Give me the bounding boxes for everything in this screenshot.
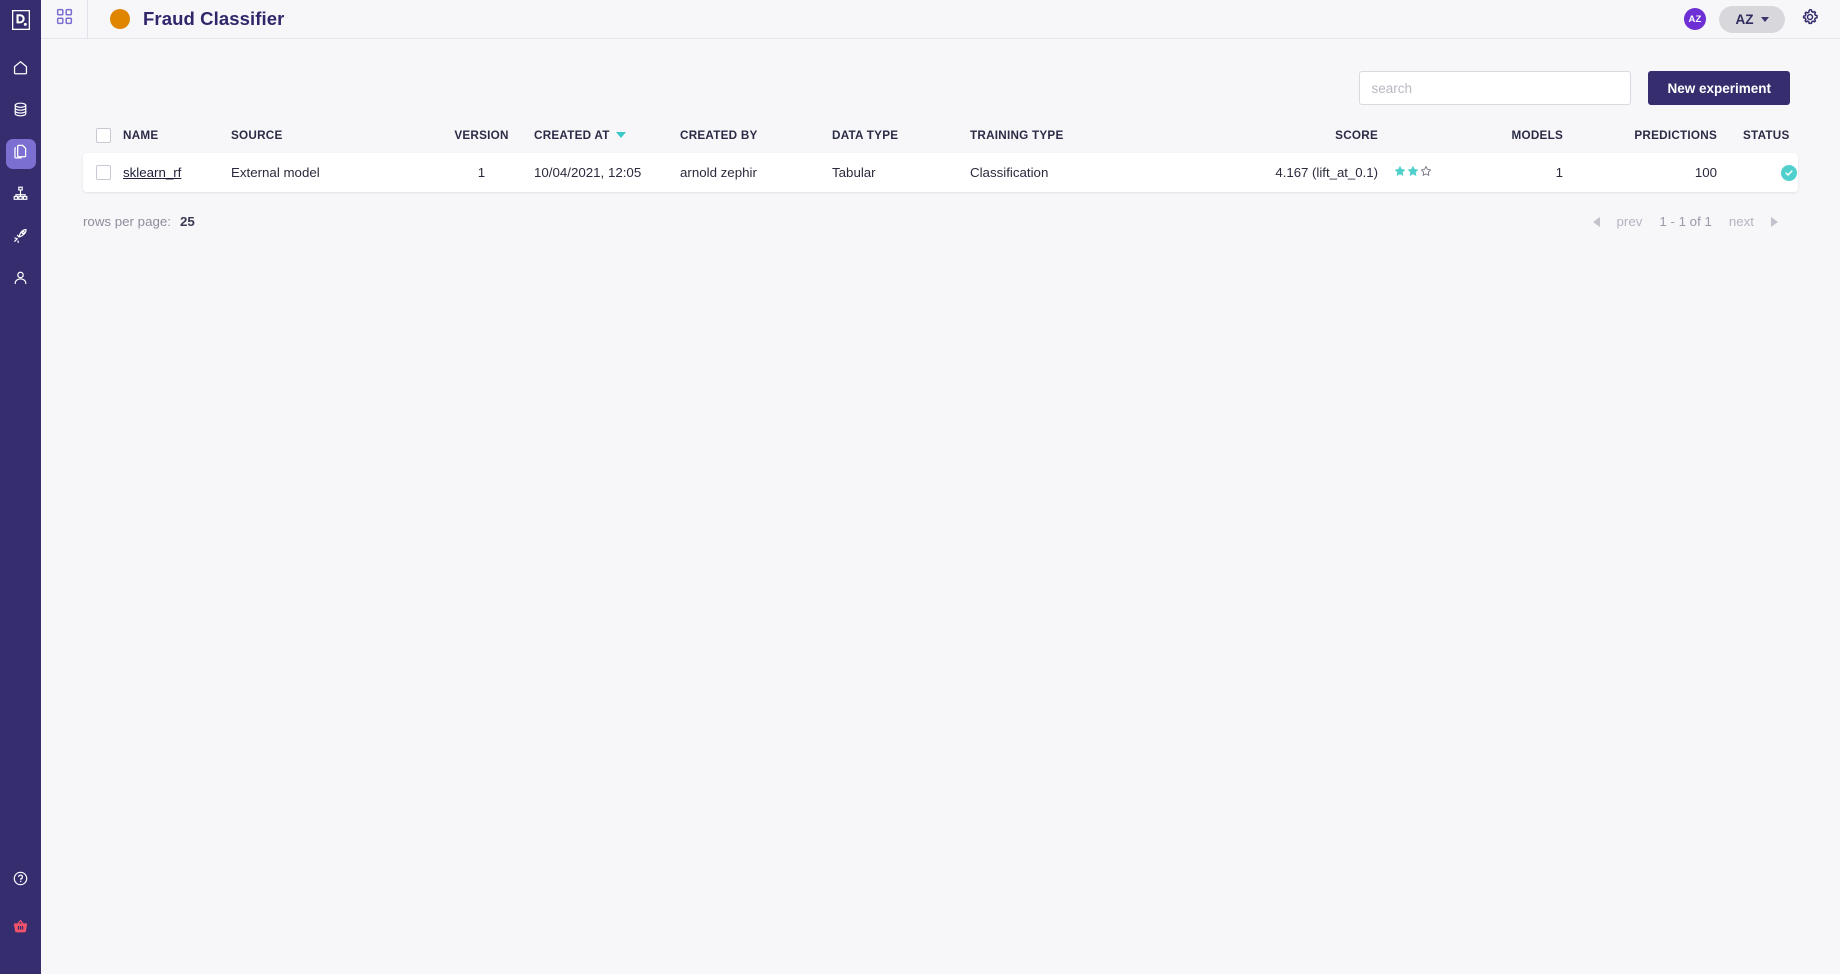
settings-button[interactable]	[1798, 7, 1822, 31]
star-filled-icon	[1407, 165, 1419, 180]
list-toolbar: New experiment	[83, 39, 1798, 105]
star-filled-icon	[1394, 165, 1406, 180]
app-root: Fraud Classifier AZ AZ search New experi…	[0, 0, 1840, 974]
table-header-row: NAME SOURCE VERSION CREATED AT CREATED B…	[83, 121, 1798, 149]
cell-name: sklearn_rf	[123, 165, 231, 180]
page-range-label: 1 - 1 of 1	[1659, 214, 1712, 229]
main-area: Fraud Classifier AZ AZ search New experi…	[41, 0, 1840, 974]
sidebar-bottom-nav	[6, 866, 36, 974]
topbar-right-actions: AZ AZ	[1684, 5, 1840, 33]
cell-created-at: 10/04/2021, 12:05	[534, 165, 642, 180]
sidebar-item-experiments[interactable]	[5, 139, 36, 169]
column-header-models[interactable]: MODELS	[1460, 129, 1585, 142]
pagination: prev 1 - 1 of 1 next	[1592, 214, 1778, 229]
select-all-cell	[83, 127, 123, 143]
cell-training-type: Classification	[970, 165, 1049, 180]
column-header-score[interactable]: SCORE	[1210, 129, 1460, 142]
sidebar-item-account[interactable]	[6, 265, 36, 295]
chevron-down-icon	[1760, 16, 1769, 22]
database-icon	[12, 101, 29, 123]
column-header-created-by[interactable]: CREATED BY	[680, 129, 832, 142]
status-success-icon	[1781, 164, 1797, 181]
page-title: Fraud Classifier	[143, 8, 285, 29]
column-header-version[interactable]: VERSION	[429, 129, 534, 142]
top-bar: Fraud Classifier AZ AZ	[41, 0, 1840, 39]
sidebar-item-home[interactable]	[6, 55, 36, 85]
new-experiment-button[interactable]: New experiment	[1648, 71, 1790, 105]
next-page-button[interactable]: next	[1729, 214, 1754, 229]
column-header-predictions[interactable]: PREDICTIONS	[1585, 129, 1743, 142]
grid-apps-button[interactable]	[41, 0, 87, 39]
score-value: 4.167 (lift_at_0.1)	[1275, 165, 1378, 180]
home-icon	[12, 59, 29, 81]
user-menu-button[interactable]: AZ	[1719, 5, 1785, 33]
documents-icon	[12, 143, 29, 165]
column-header-created-at-label: CREATED AT	[534, 128, 610, 142]
sidebar-item-datasets[interactable]	[6, 97, 36, 127]
breadcrumb: Fraud Classifier	[88, 8, 284, 30]
column-header-training-type[interactable]: TRAINING TYPE	[970, 129, 1210, 142]
cell-models: 1	[1555, 165, 1563, 180]
column-header-data-type[interactable]: DATA TYPE	[832, 129, 970, 142]
cell-score: 4.167 (lift_at_0.1)	[1210, 165, 1460, 180]
sidebar-item-deployments[interactable]	[6, 223, 36, 253]
project-color-dot-icon	[110, 9, 130, 29]
experiment-name-link[interactable]: sklearn_rf	[123, 165, 181, 180]
search-input[interactable]	[1359, 71, 1632, 105]
sidebar-item-pipelines[interactable]	[6, 181, 36, 211]
experiments-table: NAME SOURCE VERSION CREATED AT CREATED B…	[83, 121, 1798, 192]
gear-icon	[1800, 7, 1820, 32]
sidebar-nav	[5, 55, 36, 307]
dataiku-logo-icon[interactable]	[0, 0, 41, 39]
next-page-arrow-icon[interactable]	[1771, 216, 1778, 227]
table-footer: rows per page: 25 prev 1 - 1 of 1 next	[83, 214, 1798, 229]
sort-descending-icon	[615, 132, 626, 138]
cell-created-by: arnold zephir	[680, 165, 757, 180]
column-header-name[interactable]: NAME	[123, 129, 231, 142]
help-circle-icon	[12, 870, 29, 892]
grid-apps-icon	[55, 7, 74, 31]
prev-page-button[interactable]: prev	[1617, 214, 1643, 229]
cell-predictions: 100	[1694, 165, 1717, 180]
content-area: New experiment NAME SOURCE VERSION CREAT…	[41, 39, 1840, 974]
score-stars	[1394, 165, 1460, 180]
cell-row-actions	[1835, 162, 1840, 184]
cell-data-type: Tabular	[832, 165, 876, 180]
cell-source: External model	[231, 165, 320, 180]
select-all-checkbox[interactable]	[95, 127, 111, 143]
prev-page-arrow-icon[interactable]	[1592, 216, 1600, 227]
cell-version: 1	[477, 165, 486, 180]
row-select-cell	[83, 165, 123, 180]
star-empty-icon	[1420, 165, 1432, 180]
rows-per-page[interactable]: rows per page: 25	[83, 214, 195, 229]
rocket-icon	[12, 227, 29, 249]
user-menu-label: AZ	[1735, 11, 1754, 27]
rows-per-page-label: rows per page:	[83, 214, 171, 229]
column-header-source[interactable]: SOURCE	[231, 129, 429, 142]
basket-icon	[12, 918, 29, 940]
cell-status	[1743, 164, 1835, 181]
column-header-created-at[interactable]: CREATED AT	[534, 129, 680, 142]
rows-per-page-value[interactable]: 25	[180, 214, 195, 229]
sitemap-icon	[12, 185, 29, 207]
table-row[interactable]: sklearn_rf External model 1 10/04/2021, …	[83, 153, 1798, 192]
sidebar-item-help[interactable]	[6, 866, 36, 896]
avatar[interactable]: AZ	[1684, 8, 1706, 30]
row-select-checkbox[interactable]	[95, 165, 111, 180]
column-header-status[interactable]: STATUS	[1743, 129, 1835, 142]
left-sidebar	[0, 0, 41, 974]
user-icon	[12, 269, 29, 291]
sidebar-item-marketplace[interactable]	[6, 914, 36, 944]
